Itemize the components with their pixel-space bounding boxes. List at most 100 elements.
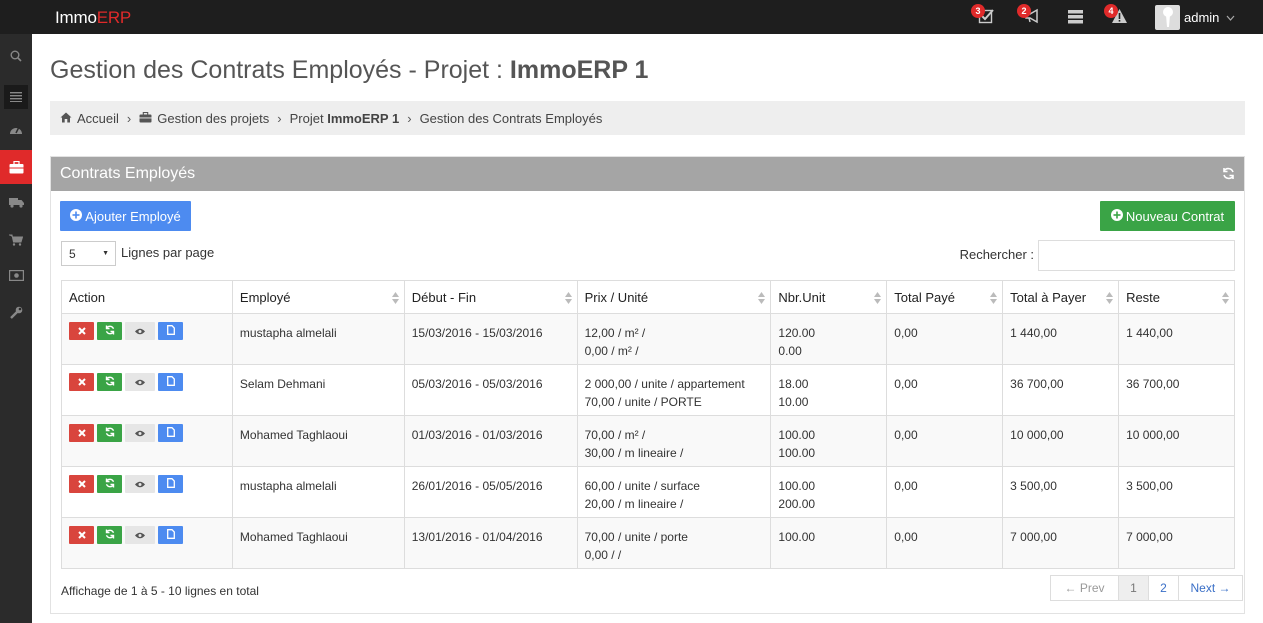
delete-button[interactable] [69, 424, 94, 442]
remaining-amount: 36 700,00 [1126, 377, 1180, 391]
column-header-label: Total à Payer [1010, 289, 1087, 305]
breadcrumb-project[interactable]: Projet ImmoERP 1 [290, 111, 400, 126]
bullhorn-icon[interactable]: 2 [1017, 4, 1044, 26]
page-1-button[interactable]: 1 [1119, 576, 1149, 600]
view-button[interactable] [125, 475, 155, 493]
search-input[interactable] [1038, 240, 1235, 271]
breadcrumb-project-prefix: Projet [289, 110, 328, 126]
column-header[interactable]: Début - Fin [403, 280, 578, 314]
table-cell: 15/03/2016 - 15/03/2016 [403, 313, 578, 365]
column-header[interactable]: Nbr.Unit [770, 280, 888, 314]
page-size-select[interactable]: 5 ▼ [61, 241, 116, 266]
table-cell: 05/03/2016 - 05/03/2016 [403, 364, 578, 416]
menu-icon[interactable] [4, 85, 28, 109]
table-row: Mohamed Taghlaoui 01/03/2016 - 01/03/2016… [61, 415, 1235, 467]
column-header[interactable]: Employé [231, 280, 405, 314]
wrench-icon[interactable] [0, 298, 32, 326]
pagination-info: Affichage de 1 à 5 - 10 lignes en total [61, 584, 259, 598]
breadcrumb-projects[interactable]: Gestion des projets [139, 111, 269, 126]
table-cell: 01/03/2016 - 01/03/2016 [403, 415, 578, 467]
document-button[interactable] [158, 475, 183, 493]
view-button[interactable] [125, 424, 155, 442]
eye-icon [135, 322, 145, 340]
search-label: Rechercher : [959, 247, 1034, 262]
dashboard-icon[interactable] [0, 115, 32, 143]
eye-icon [135, 475, 145, 493]
delete-button[interactable] [69, 373, 94, 391]
table-cell [61, 313, 233, 365]
employee-name: Mohamed Taghlaoui [239, 428, 348, 442]
view-button[interactable] [125, 322, 155, 340]
document-button[interactable] [158, 526, 183, 544]
unit-count-line: 100.00 [778, 446, 816, 460]
truck-icon[interactable] [0, 188, 32, 216]
app-logo[interactable]: ImmoERP [55, 8, 131, 28]
delete-button[interactable] [69, 526, 94, 544]
cart-icon[interactable] [0, 226, 32, 254]
refresh-icon [105, 424, 115, 442]
table-cell [61, 415, 233, 467]
employee-name: mustapha almelali [239, 326, 337, 340]
refresh-button[interactable] [97, 475, 122, 493]
breadcrumb-home-label: Accueil [77, 110, 119, 126]
document-button[interactable] [158, 373, 183, 391]
user-menu[interactable]: admin [1155, 0, 1235, 34]
table-cell: 7 000,00 [1002, 517, 1120, 569]
prev-page-button[interactable]: ← Prev [1051, 576, 1119, 600]
money-icon[interactable] [0, 261, 32, 289]
view-button[interactable] [125, 526, 155, 544]
column-header: Action [61, 280, 233, 314]
sidebar [0, 34, 32, 623]
column-header-label: Total Payé [894, 289, 955, 305]
delete-button[interactable] [69, 322, 94, 340]
sort-icon [874, 292, 882, 307]
close-icon [77, 475, 86, 493]
total-to-pay: 10 000,00 [1010, 428, 1064, 442]
unit-price-line: 2 000,00 / unite / appartement [584, 377, 745, 391]
unit-count-line: 100.00 [778, 428, 816, 442]
column-header[interactable]: Total à Payer [1002, 280, 1120, 314]
add-employee-button[interactable]: Ajouter Employé [60, 201, 191, 231]
next-page-button[interactable]: Next → [1179, 576, 1242, 600]
page-2-button[interactable]: 2 [1149, 576, 1179, 600]
column-header[interactable]: Reste [1118, 280, 1235, 314]
unit-price-line: 12,00 / m² / [584, 326, 646, 340]
table-cell: 0,00 [886, 364, 1004, 416]
unit-count-line: 18.00 [778, 377, 809, 391]
file-icon [166, 424, 175, 442]
column-header[interactable]: Prix / Unité [576, 280, 772, 314]
refresh-button[interactable] [97, 373, 122, 391]
refresh-button[interactable] [97, 322, 122, 340]
refresh-button[interactable] [97, 526, 122, 544]
table-cell: 3 500,00 [1118, 466, 1235, 518]
close-icon [77, 322, 86, 340]
column-header[interactable]: Total Payé [886, 280, 1004, 314]
column-header-label: Action [69, 289, 106, 305]
contract-period: 05/03/2016 - 05/03/2016 [411, 377, 543, 391]
warning-icon[interactable]: 4 [1104, 4, 1131, 26]
unit-price-line: 30,00 / m lineaire / [584, 446, 684, 460]
table-row: Selam Dehmani 05/03/2016 - 05/03/2016 2 00… [61, 364, 1235, 416]
tasks-icon[interactable]: 3 [971, 4, 998, 26]
refresh-icon[interactable] [1222, 167, 1235, 185]
search-icon[interactable] [0, 42, 32, 70]
view-button[interactable] [125, 373, 155, 391]
breadcrumb-projects-label: Gestion des projets [157, 110, 270, 126]
table-cell: 10 000,00 [1118, 415, 1235, 467]
delete-button[interactable] [69, 475, 94, 493]
table-cell: 60,00 / unite / surface 20,00 / m lineair… [576, 466, 772, 518]
server-icon[interactable] [1067, 8, 1087, 26]
table-cell: 36 700,00 [1118, 364, 1235, 416]
unit-price-line: 70,00 / unite / PORTE [584, 395, 702, 409]
file-icon [166, 526, 175, 544]
employee-name: Mohamed Taghlaoui [239, 530, 348, 544]
table-row: mustapha almelali 26/01/2016 - 05/05/2016… [61, 466, 1235, 518]
contracts-table: Action Employé Début - Fin Prix / Unité Nbr.… [61, 280, 1235, 569]
refresh-button[interactable] [97, 424, 122, 442]
document-button[interactable] [158, 424, 183, 442]
new-contract-button[interactable]: Nouveau Contrat [1100, 201, 1235, 231]
table-header-row: Action Employé Début - Fin Prix / Unité Nbr.… [61, 280, 1235, 314]
briefcase-icon[interactable] [0, 150, 32, 184]
document-button[interactable] [158, 322, 183, 340]
breadcrumb-home[interactable]: Accueil [60, 111, 119, 126]
